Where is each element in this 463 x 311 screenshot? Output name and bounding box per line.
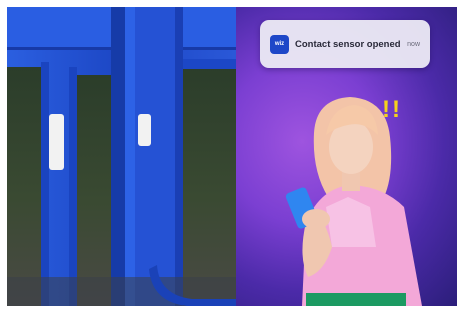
notification-title: Contact sensor opened	[295, 38, 401, 50]
alert-exclamation-icon: !!	[382, 96, 402, 123]
contact-sensor-right	[138, 114, 151, 146]
push-notification[interactable]: wiz Contact sensor opened now	[260, 20, 430, 68]
advertisement-image: wiz Contact sensor opened now !!	[0, 0, 463, 311]
notification-time: now	[407, 40, 420, 48]
contact-sensor-left	[49, 114, 64, 170]
door-photo	[7, 7, 236, 306]
blue-door-illustration	[7, 7, 236, 306]
wiz-app-icon: wiz	[270, 34, 289, 54]
